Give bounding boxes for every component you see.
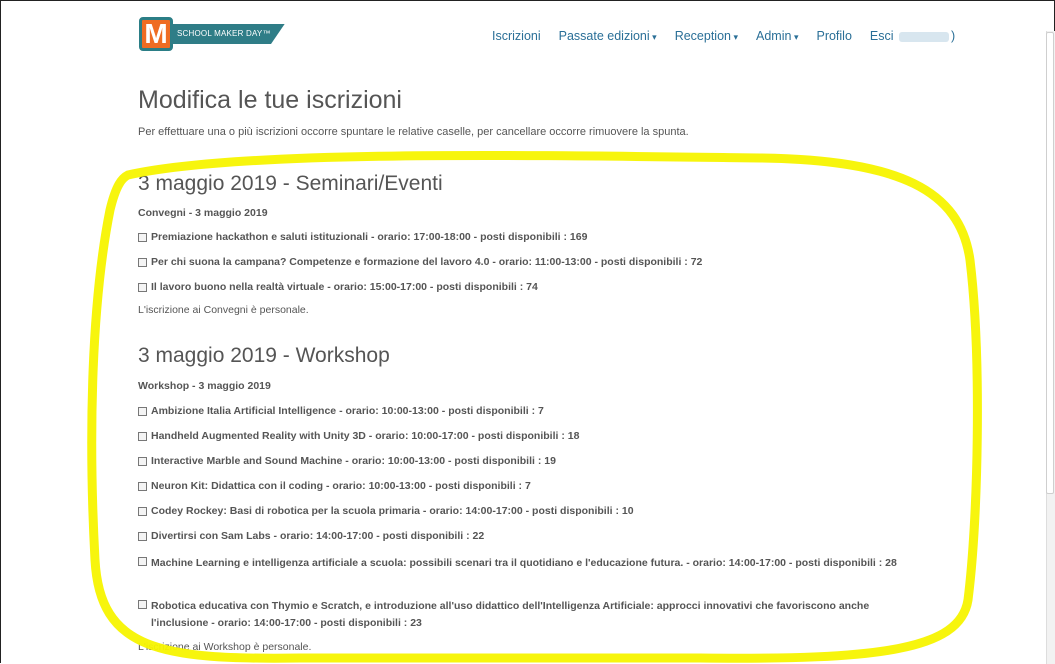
list-item[interactable]: Machine Learning e intelligenza artifici… (138, 555, 928, 572)
redacted-username (899, 31, 950, 42)
checkbox[interactable] (138, 600, 147, 609)
item-label: Handheld Augmented Reality with Unity 3D… (151, 430, 580, 442)
list-item[interactable]: Premiazione hackathon e saluti istituzio… (138, 231, 587, 243)
checkbox[interactable] (138, 457, 147, 466)
checkbox[interactable] (138, 432, 147, 441)
list-item[interactable]: Handheld Augmented Reality with Unity 3D… (138, 430, 579, 442)
checkbox[interactable] (138, 532, 147, 541)
item-label: Per chi suona la campana? Competenze e f… (151, 256, 703, 268)
nav-esci[interactable]: Esci ) (870, 29, 955, 43)
item-label: Codey Rockey: Basi di robotica per la sc… (151, 505, 634, 517)
page-intro: Per effettuare una o più iscrizioni occo… (138, 126, 689, 138)
checkbox[interactable] (138, 507, 147, 516)
nav-reception[interactable]: Reception (675, 29, 738, 43)
nav-iscrizioni[interactable]: Iscrizioni (492, 29, 541, 43)
list-item[interactable]: Ambizione Italia Artificial Intelligence… (138, 405, 544, 417)
scrollbar-thumb[interactable] (1046, 32, 1054, 494)
list-item[interactable]: Robotica educativa con Thymio e Scratch,… (138, 598, 928, 632)
nav-profilo[interactable]: Profilo (816, 29, 851, 43)
list-item[interactable]: Interactive Marble and Sound Machine - o… (138, 455, 556, 467)
checkbox[interactable] (138, 283, 147, 292)
checkbox[interactable] (138, 482, 147, 491)
section-subtitle: Workshop - 3 maggio 2019 (138, 380, 271, 392)
item-label: Interactive Marble and Sound Machine - o… (151, 455, 556, 467)
section-title: 3 maggio 2019 - Workshop (138, 344, 390, 367)
section-title: 3 maggio 2019 - Seminari/Eventi (138, 172, 443, 195)
item-label: Machine Learning e intelligenza artifici… (151, 557, 897, 569)
checkbox[interactable] (138, 258, 147, 267)
section-note: L'iscrizione ai Convegni è personale. (138, 304, 309, 316)
page-header: Modifica le tue iscrizioni Per effettuar… (138, 86, 938, 138)
list-item[interactable]: Divertirsi con Sam Labs - orario: 14:00-… (138, 530, 484, 542)
item-label: Ambizione Italia Artificial Intelligence… (151, 405, 544, 417)
section-note: L'iscrizione ai Workshop è personale. (138, 641, 312, 653)
checkbox[interactable] (138, 407, 147, 416)
item-label: Divertirsi con Sam Labs - orario: 14:00-… (151, 530, 485, 542)
list-item[interactable]: Il lavoro buono nella realtà virtuale - … (138, 281, 538, 293)
nav-esci-suffix: ) (951, 29, 956, 43)
item-label: Il lavoro buono nella realtà virtuale - … (151, 281, 538, 293)
item-label: Robotica educativa con Thymio e Scratch,… (151, 600, 870, 629)
logo-letter: M (139, 17, 173, 51)
brand-logo[interactable]: M SCHOOL MAKER DAY™ (139, 17, 285, 51)
list-item[interactable]: Codey Rockey: Basi di robotica per la sc… (138, 505, 634, 517)
item-label: Premiazione hackathon e saluti istituzio… (151, 231, 588, 243)
nav-esci-label: Esci (869, 29, 894, 43)
checkbox[interactable] (138, 233, 147, 242)
top-nav: Iscrizioni Passate edizioni Reception Ad… (492, 29, 955, 43)
section-subtitle: Convegni - 3 maggio 2019 (138, 207, 268, 219)
list-item[interactable]: Per chi suona la campana? Competenze e f… (138, 256, 702, 268)
page-title: Modifica le tue iscrizioni (138, 86, 402, 114)
list-item[interactable]: Neuron Kit: Didattica con il coding - or… (138, 480, 531, 492)
nav-passate-edizioni[interactable]: Passate edizioni (559, 29, 657, 43)
checkbox[interactable] (138, 557, 147, 566)
item-label: Neuron Kit: Didattica con il coding - or… (151, 480, 531, 492)
logo-text: SCHOOL MAKER DAY™ (171, 24, 285, 44)
nav-admin[interactable]: Admin (756, 29, 798, 43)
